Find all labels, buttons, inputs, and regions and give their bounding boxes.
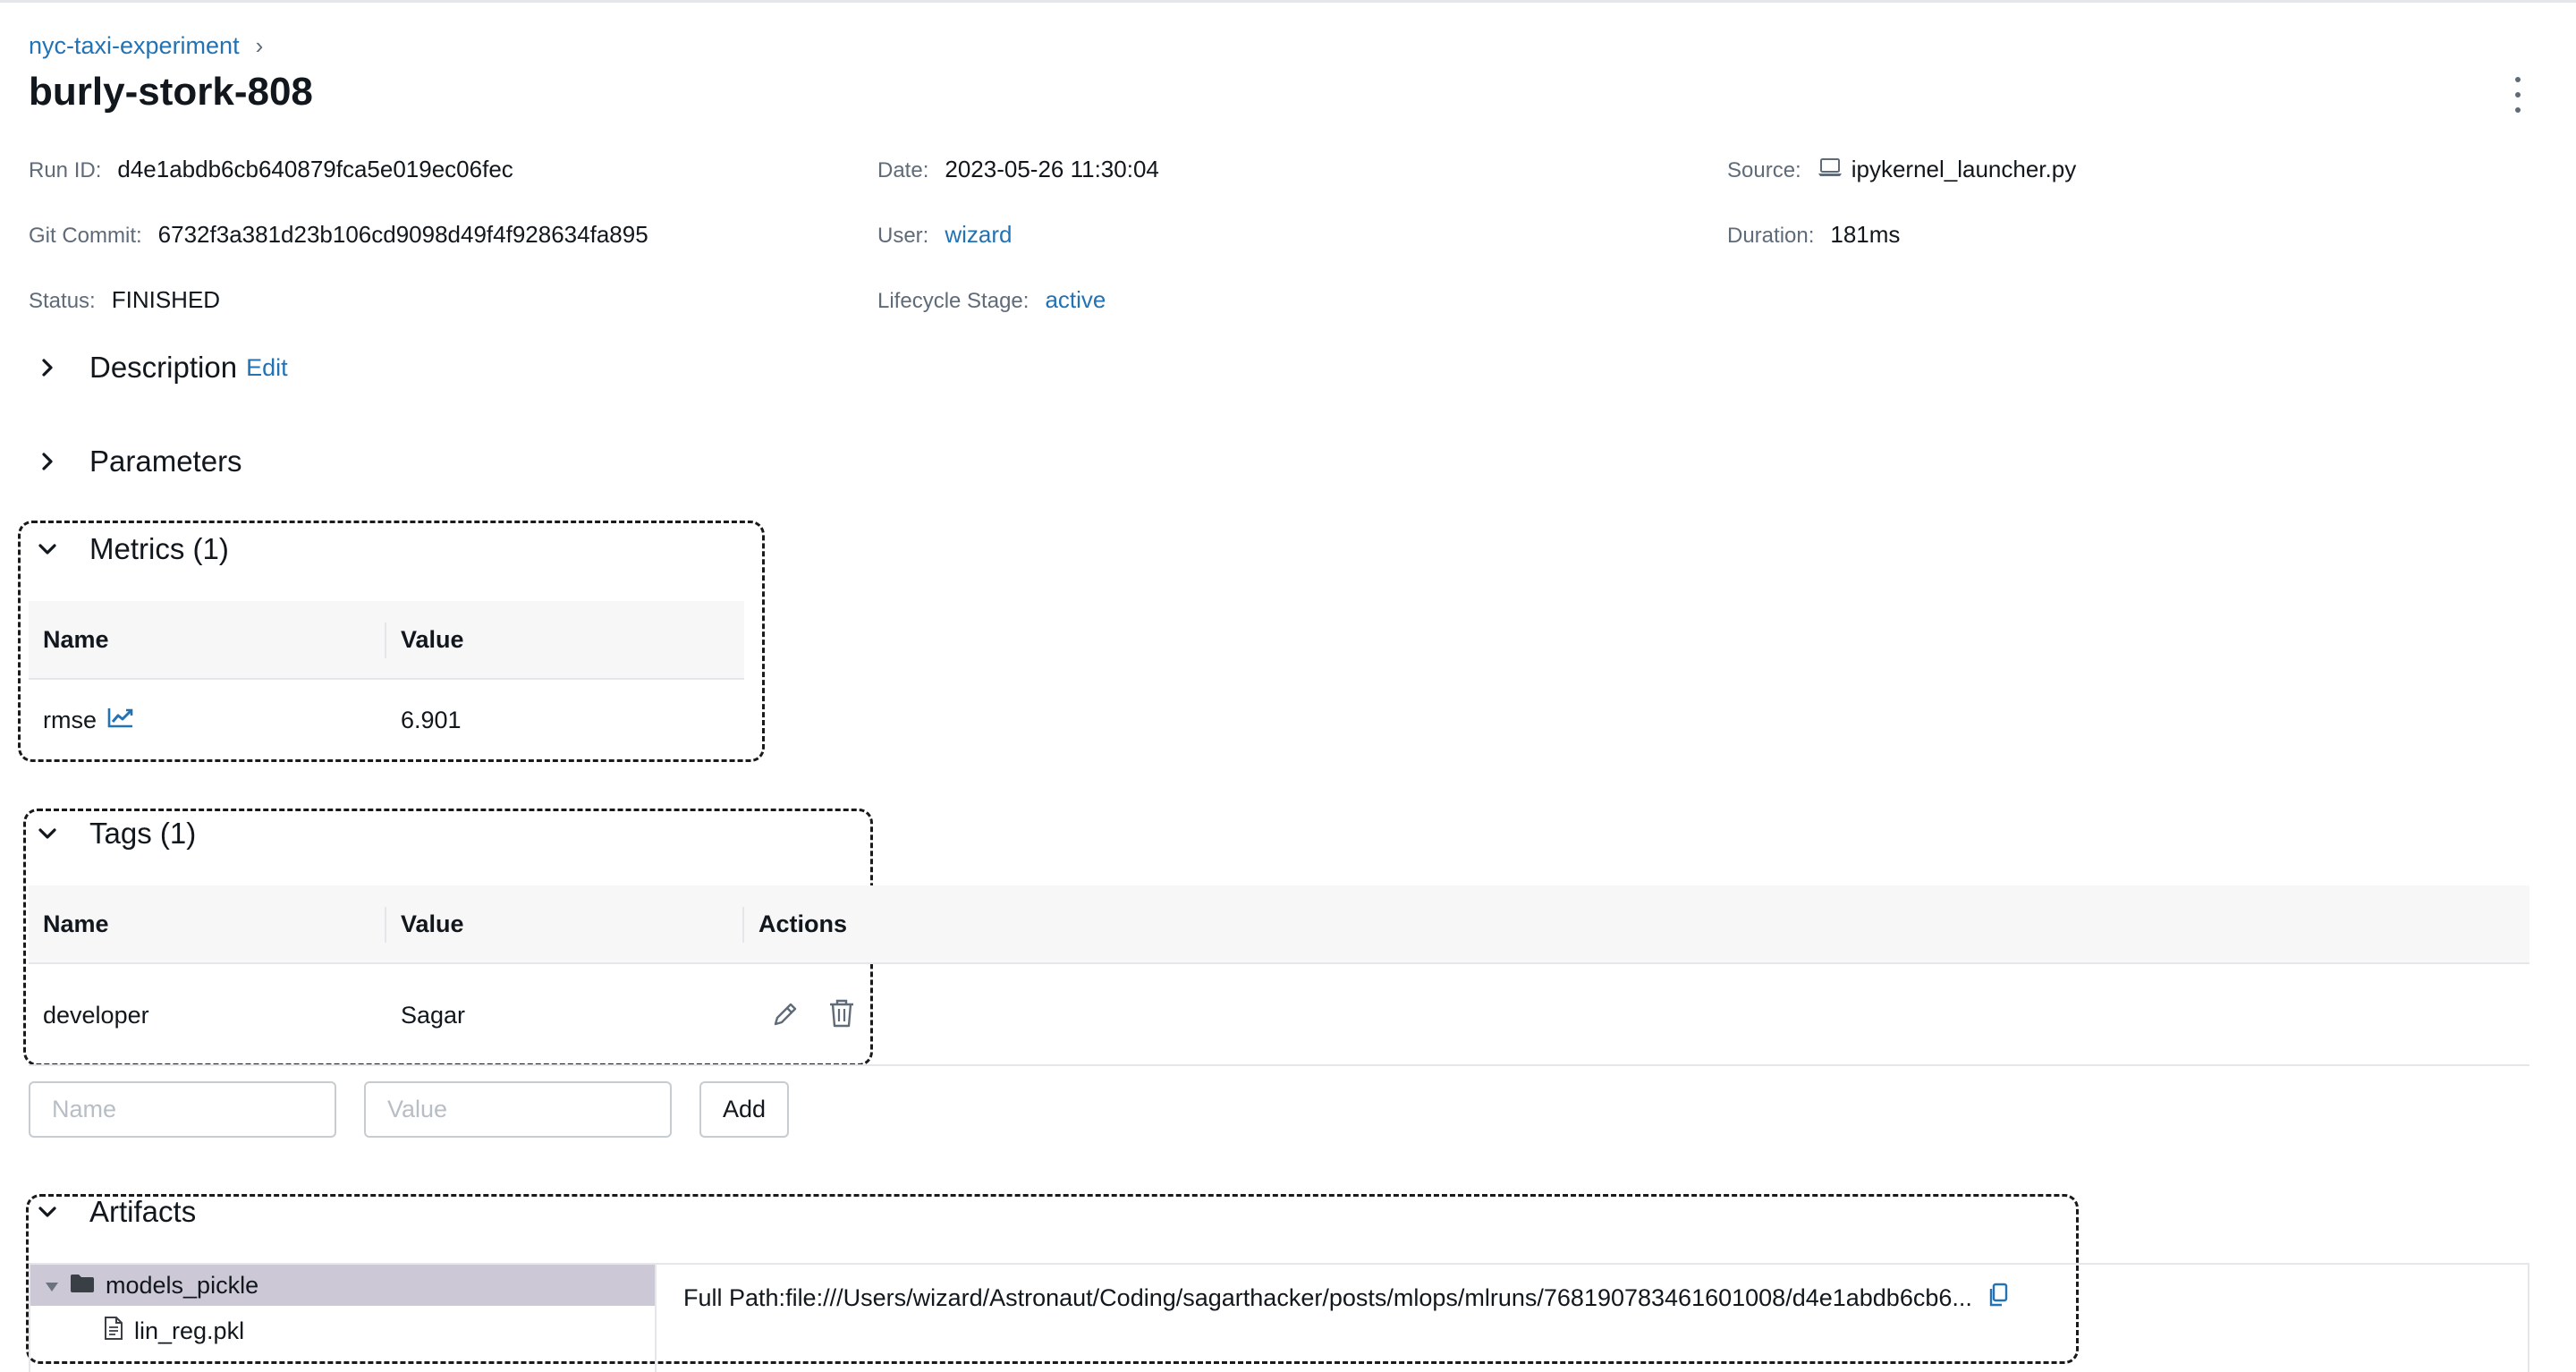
user-link[interactable]: wizard (945, 221, 1012, 249)
laptop-icon (1818, 157, 1843, 183)
lifecycle-label: Lifecycle Stage: (877, 289, 1030, 313)
chevron-down-icon[interactable] (32, 1197, 63, 1227)
metrics-col-value[interactable]: Value (401, 626, 464, 654)
page-title: burly-stork-808 (29, 70, 313, 114)
metrics-section-header[interactable]: Metrics (1) (32, 532, 229, 566)
artifacts-title: Artifacts (89, 1195, 197, 1228)
date-label: Date: (877, 158, 929, 182)
tags-col-name[interactable]: Name (43, 910, 109, 938)
artifacts-divider (655, 1263, 657, 1372)
add-tag-button[interactable]: Add (699, 1081, 789, 1138)
parameters-title: Parameters (89, 445, 242, 478)
parameters-section-header[interactable]: Parameters (32, 445, 242, 479)
chevron-right-icon[interactable] (32, 446, 63, 477)
artifact-folder-row[interactable]: models_pickle (30, 1265, 655, 1306)
chevron-right-icon[interactable] (32, 352, 63, 383)
tags-title: Tags (1) (89, 817, 197, 850)
column-divider (385, 907, 386, 943)
user-field: User: wizard (877, 221, 1012, 249)
metrics-title: Metrics (1) (89, 532, 229, 565)
tag-name: developer (43, 1002, 149, 1029)
artifact-full-path: Full Path:file:///Users/wizard/Astronaut… (683, 1283, 2008, 1314)
tag-value-input[interactable] (364, 1081, 672, 1138)
full-path-value: file:///Users/wizard/Astronaut/Coding/sa… (785, 1284, 1972, 1311)
git-commit-field: Git Commit: 6732f3a381d23b106cd9098d49f4… (29, 221, 648, 249)
run-id-value: d4e1abdb6cb640879fca5e019ec06fec (117, 156, 513, 182)
full-path-label: Full Path: (683, 1284, 786, 1311)
breadcrumb: nyc-taxi-experiment › (29, 32, 263, 60)
user-label: User: (877, 224, 929, 248)
git-commit-value: 6732f3a381d23b106cd9098d49f4f928634fa895 (157, 221, 648, 248)
more-options-icon[interactable] (2509, 77, 2527, 113)
description-section-header[interactable]: Description Edit (32, 351, 288, 385)
tags-section-header[interactable]: Tags (1) (32, 817, 196, 851)
artifact-file-row[interactable]: lin_reg.pkl (104, 1315, 244, 1347)
chevron-down-icon[interactable] (32, 818, 63, 849)
file-name: lin_reg.pkl (134, 1317, 245, 1344)
column-divider (385, 622, 386, 658)
source-label: Source: (1727, 158, 1801, 182)
status-field: Status: FINISHED (29, 286, 220, 314)
breadcrumb-separator: › (255, 32, 264, 59)
caret-down-icon[interactable] (45, 1272, 59, 1300)
source-value: ipykernel_launcher.py (1851, 156, 2077, 182)
duration-label: Duration: (1727, 224, 1815, 248)
breadcrumb-experiment-link[interactable]: nyc-taxi-experiment (29, 32, 240, 60)
description-edit-link[interactable]: Edit (246, 354, 288, 382)
folder-icon (70, 1272, 95, 1300)
tag-name-input[interactable] (29, 1081, 336, 1138)
pencil-icon[interactable] (771, 1000, 800, 1033)
duration-value: 181ms (1830, 221, 1901, 248)
source-field: Source: ipykernel_launcher.py (1727, 156, 2076, 183)
duration-field: Duration: 181ms (1727, 221, 1900, 249)
metric-value: 6.901 (401, 707, 462, 733)
tags-col-value[interactable]: Value (401, 910, 464, 938)
top-border (0, 0, 2576, 6)
status-label: Status: (29, 289, 96, 313)
tag-value: Sagar (401, 1002, 466, 1029)
trash-icon[interactable] (828, 998, 855, 1033)
metric-row-rmse[interactable]: rmse (43, 707, 134, 734)
row-divider (29, 1064, 2529, 1066)
file-icon (104, 1316, 123, 1347)
date-value: 2023-05-26 11:30:04 (945, 156, 1159, 182)
copy-icon[interactable] (1988, 1283, 2008, 1314)
description-title: Description (89, 351, 238, 384)
chevron-down-icon[interactable] (32, 534, 63, 564)
metrics-table-header (29, 601, 744, 680)
run-id-label: Run ID: (29, 158, 102, 182)
metrics-col-name[interactable]: Name (43, 626, 109, 654)
run-id-field: Run ID: d4e1abdb6cb640879fca5e019ec06fec (29, 156, 513, 183)
lifecycle-value: active (1045, 286, 1106, 313)
lifecycle-field: Lifecycle Stage: active (877, 286, 1106, 314)
status-value: FINISHED (111, 286, 221, 313)
artifacts-section-header[interactable]: Artifacts (32, 1195, 196, 1229)
metric-name-link[interactable]: rmse (43, 707, 97, 734)
tags-col-actions: Actions (758, 910, 848, 937)
date-field: Date: 2023-05-26 11:30:04 (877, 156, 1159, 183)
folder-name: models_pickle (106, 1271, 259, 1299)
column-divider (742, 907, 744, 943)
git-commit-label: Git Commit: (29, 224, 142, 248)
chart-line-icon[interactable] (107, 707, 134, 734)
